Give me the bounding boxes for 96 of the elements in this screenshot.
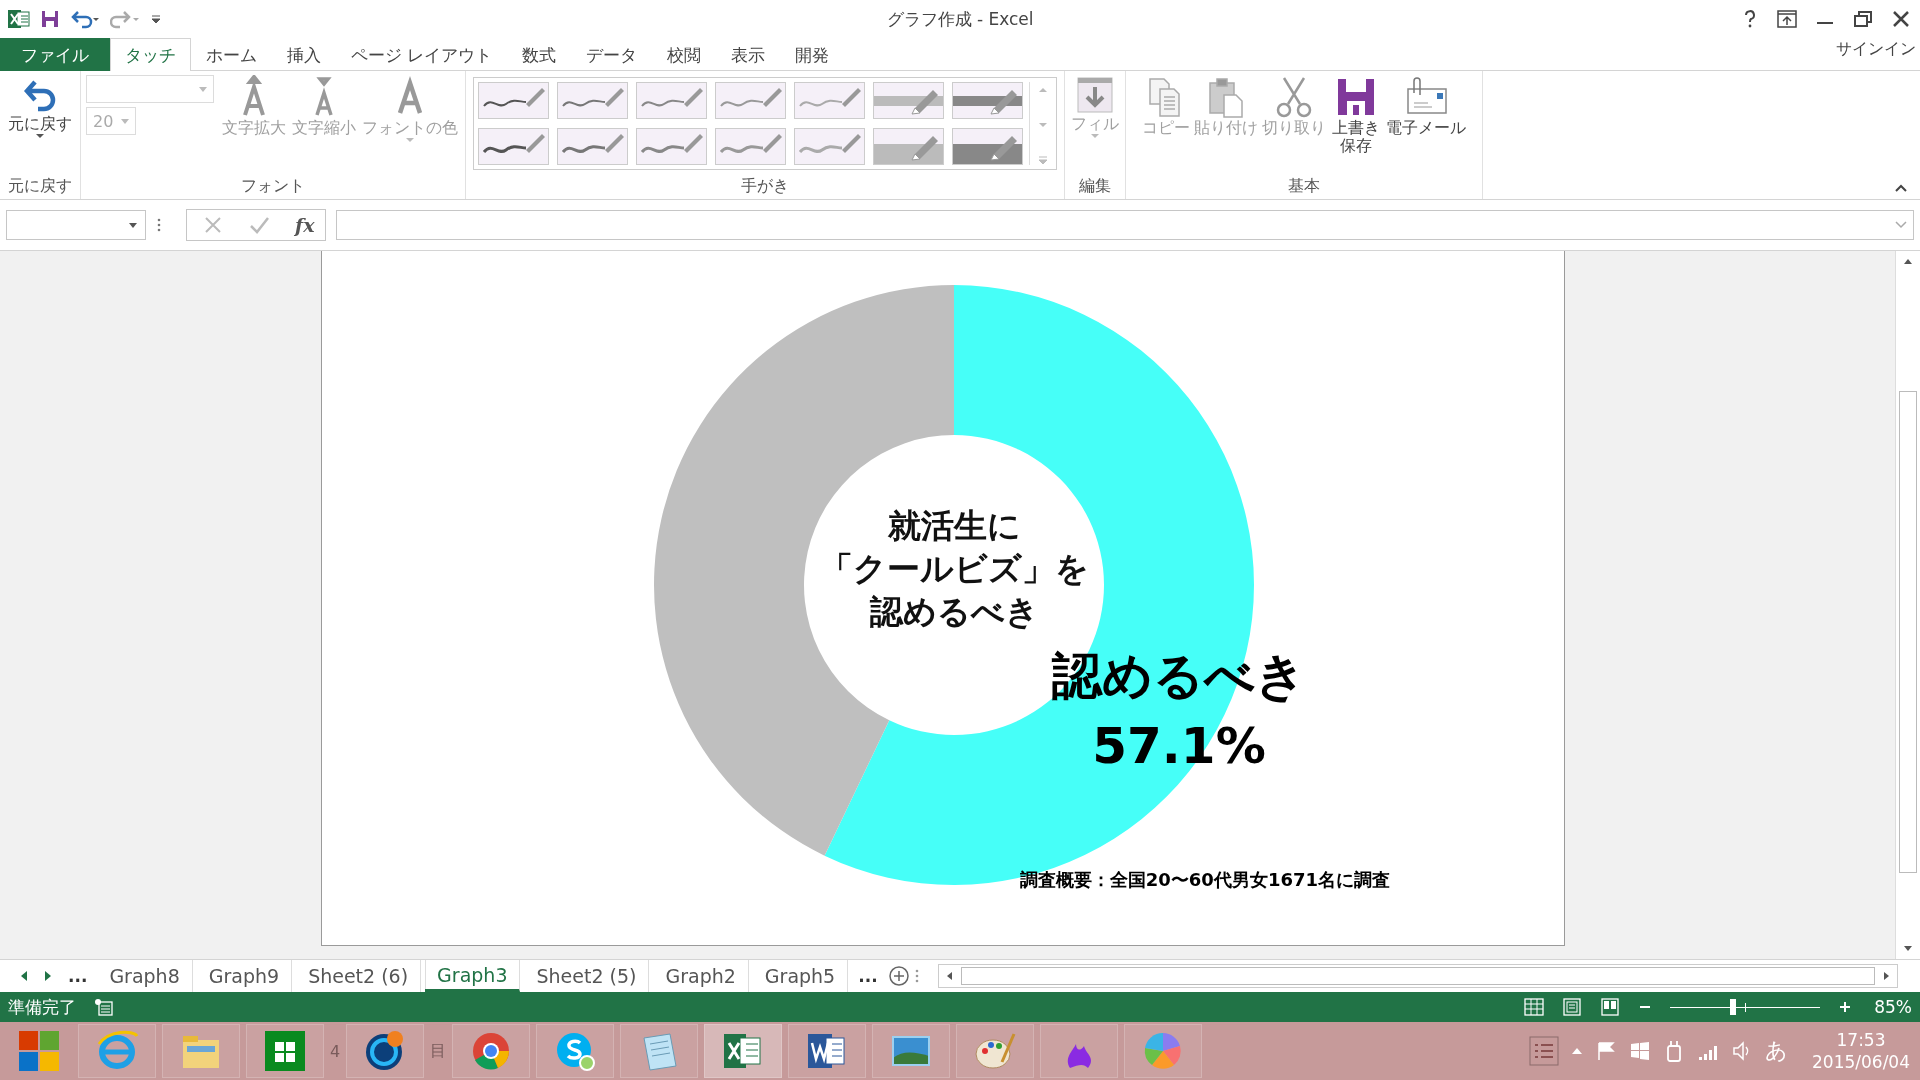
ribbon-display-icon[interactable] — [1776, 9, 1798, 29]
group-label: 元に戻す — [8, 176, 72, 197]
pen-style-icon[interactable] — [557, 82, 628, 119]
chat-app-icon[interactable] — [346, 1024, 425, 1078]
chrome-app-icon[interactable] — [452, 1024, 531, 1078]
more-sheets-button[interactable]: ... — [852, 966, 884, 986]
ribbon-tab[interactable]: 開発 — [780, 38, 845, 71]
survey-note: 調査概要：全国20〜60代男女1671名に調査 — [1019, 869, 1390, 890]
ribbon-tab[interactable]: ページ レイアウト — [336, 38, 508, 71]
ribbon-tab[interactable]: ファイル — [0, 38, 110, 71]
wheel-app-icon[interactable] — [1124, 1024, 1203, 1078]
skype-app-icon[interactable] — [536, 1024, 615, 1078]
chart-center-text: 就活生に — [887, 506, 1021, 545]
notification-list-icon[interactable] — [1529, 1036, 1559, 1066]
ie-app-icon[interactable] — [78, 1024, 156, 1078]
macro-record-icon[interactable] — [94, 998, 114, 1016]
sign-in-link[interactable]: サインイン — [1836, 38, 1920, 60]
more-icon[interactable] — [1038, 155, 1048, 165]
check-icon[interactable] — [249, 215, 269, 235]
ribbon-button[interactable]: 上書き保存 — [1329, 75, 1383, 156]
pen-style-icon[interactable] — [952, 82, 1023, 119]
fill-down-icon — [1075, 75, 1115, 115]
page-layout-icon[interactable] — [1562, 998, 1583, 1016]
hidden-label: 4 — [330, 1041, 341, 1061]
splitter-icon[interactable] — [913, 968, 920, 984]
hidden-label: 目 — [430, 1040, 447, 1062]
normal-view-icon[interactable] — [1524, 998, 1545, 1016]
caret-icon — [129, 222, 137, 228]
ribbon-tab[interactable]: 校閲 — [652, 38, 717, 71]
scroll-up-icon[interactable] — [1903, 257, 1913, 265]
zoom-level[interactable]: 85% — [1874, 997, 1912, 1017]
horizontal-scrollbar[interactable] — [937, 964, 1898, 988]
windows-logo-icon[interactable] — [1629, 1040, 1651, 1062]
zoom-slider-thumb[interactable] — [1730, 999, 1737, 1015]
paint-app-icon[interactable] — [956, 1024, 1035, 1078]
caret-icon — [35, 133, 45, 140]
zoom-in-icon[interactable] — [1838, 1000, 1853, 1014]
insert-function-button[interactable]: fx — [295, 214, 315, 236]
formula-field[interactable] — [335, 210, 1914, 240]
pen-style-icon[interactable] — [952, 128, 1023, 165]
excel-app-icon[interactable] — [704, 1024, 783, 1078]
scroll-thumb[interactable] — [960, 967, 1875, 985]
start-icon[interactable] — [16, 1028, 62, 1074]
chart-center-text: 認めるべき — [869, 592, 1039, 631]
caret-icon — [121, 118, 129, 124]
drag-handle-icon[interactable] — [156, 217, 162, 233]
folder-app-icon[interactable] — [162, 1024, 240, 1078]
caret-icon — [199, 86, 207, 92]
caret-icon — [1090, 133, 1100, 140]
ribbon-tab[interactable]: データ — [571, 38, 653, 71]
redo-icon[interactable] — [110, 9, 140, 29]
word-app-icon[interactable] — [788, 1024, 867, 1078]
add-sheet-icon[interactable] — [887, 965, 910, 987]
flame-app-icon[interactable] — [1040, 1024, 1119, 1078]
scroll-down-icon[interactable] — [1903, 945, 1913, 953]
excel-logo-icon — [8, 8, 30, 30]
undo-button[interactable]: 元に戻す — [6, 75, 74, 140]
ribbon-tab[interactable]: 数式 — [507, 38, 572, 71]
group-label: 編集 — [1079, 176, 1111, 197]
show-hidden-icons-icon[interactable] — [1571, 1046, 1583, 1056]
ribbon-button[interactable]: 電子メール — [1384, 75, 1467, 138]
expand-icon[interactable] — [1895, 221, 1907, 229]
group-label: 基本 — [1288, 176, 1320, 197]
page-break-icon[interactable] — [1600, 998, 1621, 1016]
store-app-icon[interactable] — [246, 1024, 324, 1078]
close-icon[interactable] — [1890, 9, 1912, 29]
sheet-tab[interactable]: Graph3 — [425, 960, 521, 992]
notepad-app-icon[interactable] — [620, 1024, 699, 1078]
collapse-ribbon-icon[interactable] — [1894, 183, 1908, 193]
chart-center-text: 「クールビズ」を — [819, 549, 1089, 588]
pen-style-icon[interactable] — [636, 128, 707, 165]
status-text: 準備完了 — [8, 995, 76, 1019]
scroll-right-icon[interactable] — [1881, 971, 1891, 981]
font-name-field[interactable] — [86, 75, 214, 103]
ribbon-tab[interactable]: タッチ — [110, 38, 191, 71]
ribbon-tab[interactable]: 表示 — [716, 38, 781, 71]
window-title: グラフ作成 - Excel — [886, 7, 1034, 31]
pen-style-icon[interactable] — [478, 82, 549, 119]
vertical-scrollbar[interactable] — [1895, 251, 1920, 959]
group-label: フォント — [241, 176, 305, 197]
cancel-icon[interactable] — [203, 215, 223, 235]
scroll-thumb[interactable] — [1899, 391, 1917, 873]
ribbon-tab[interactable]: ホーム — [191, 38, 272, 71]
pen-style-icon[interactable] — [557, 128, 628, 165]
caret-icon — [405, 137, 415, 144]
undo-icon[interactable] — [70, 9, 100, 29]
ribbon-tab[interactable]: 挿入 — [272, 38, 336, 71]
font-size-value: 20 — [93, 111, 114, 131]
restore-icon[interactable] — [1852, 9, 1874, 29]
more-sheets-button[interactable]: ... — [62, 966, 94, 986]
pen-style-icon[interactable] — [636, 82, 707, 119]
pen-style-icon[interactable] — [478, 128, 549, 165]
group-label: 手がき — [741, 176, 789, 197]
flag-icon[interactable] — [1595, 1040, 1617, 1062]
name-box[interactable] — [6, 210, 146, 240]
photo-app-icon[interactable] — [872, 1024, 951, 1078]
